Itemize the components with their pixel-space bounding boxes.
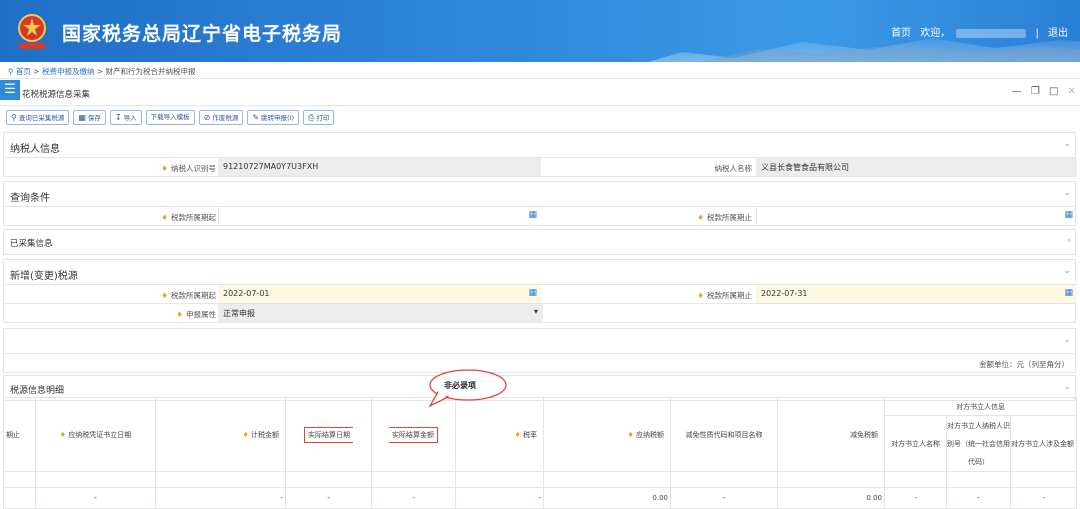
void-button[interactable]: ⊘ 作废税源	[198, 110, 244, 125]
blank-section: ⌄ 金额单位：元（列至角分）	[3, 328, 1076, 373]
breadcrumb-level1[interactable]: 税费申报及缴纳	[42, 67, 95, 76]
form-row: ♦ 申报属性 正常申报 ▾	[4, 304, 1075, 323]
collected-section: 已采集信息 ›	[3, 229, 1076, 255]
col-header: 对方书立人纳税人识别号（统一社会信用代码）	[946, 415, 1011, 472]
import-button[interactable]: ↧ 导入	[109, 110, 142, 125]
form-row: ♦ 税款所属期起 ▦ ♦ 税款所属期止 ▦	[4, 207, 1075, 226]
field-label: ♦ 税款所属期止	[697, 213, 752, 222]
void-icon: ⊘	[203, 113, 211, 122]
col-header: ♦ 应纳税额	[543, 397, 671, 472]
amount-unit-note: 金额单位：元（列至角分）	[979, 360, 1069, 369]
taxpayer-section: 纳税人信息 ⌄ ♦ 纳税人识别号 91210727MA0Y7U3FXH 纳税人名称 …	[3, 132, 1077, 177]
calendar-icon[interactable]: ▦	[528, 210, 537, 220]
group-header: 对方书立人信息	[883, 397, 1078, 416]
chevron-down-icon[interactable]: ⌄	[1063, 266, 1071, 276]
form-row: ♦ 税款所属期起 2022-07-01 ▦ ♦ 税款所属期止 2022-07-31 ▦	[4, 285, 1077, 304]
print-icon: ⎙	[308, 113, 315, 122]
minimize-icon[interactable]: —	[1012, 86, 1022, 97]
calendar-icon[interactable]: ▦	[1064, 210, 1073, 220]
field-label: ♦ 纳税人识别号	[161, 164, 216, 173]
save-button[interactable]: ▦ 保存	[73, 110, 106, 125]
menu-button[interactable]: ☰	[0, 80, 20, 100]
chevron-down-icon[interactable]: ⌄	[1063, 335, 1071, 345]
period-end-input[interactable]: 2022-07-31 ▦	[756, 285, 1077, 303]
col-header: 对方书立人涉及金额	[1009, 415, 1078, 472]
print-button[interactable]: ⎙ 打印	[303, 110, 335, 125]
site-title: 国家税务总局辽宁省电子税务局	[62, 23, 343, 45]
callout-text: 非必录项	[444, 381, 476, 390]
breadcrumb-level2: 财产和行为税合并纳税申报	[105, 67, 196, 76]
toolbar: ⚲ 查询已采集税源 ▦ 保存 ↧ 导入 下载导入模板 ⊘ 作废税源 ✎ 跳转申报(I) ⎙…	[6, 110, 338, 126]
section-header[interactable]: 纳税人信息 ⌄	[4, 133, 1075, 158]
query-section: 查询条件 ⌄ ♦ 税款所属期起 ▦ ♦ 税款所属期止 ▦	[3, 181, 1076, 226]
location-icon: ⚲	[8, 67, 14, 76]
restore-icon[interactable]: ❐	[1031, 86, 1040, 97]
chevron-right-icon[interactable]: ›	[1067, 236, 1071, 246]
jump-declare-button[interactable]: ✎ 跳转申报(I)	[247, 110, 300, 125]
breadcrumb-sep: >	[96, 67, 104, 76]
col-header: 对方书立人名称	[884, 415, 947, 472]
field-label: ♦ 税款所属期起	[161, 213, 216, 222]
query-start-input[interactable]: ▦	[218, 207, 541, 225]
section-header[interactable]: 已采集信息 ›	[4, 230, 1075, 255]
logout-link[interactable]: 退出	[1048, 28, 1068, 39]
field-label: 纳税人名称	[714, 164, 753, 173]
tax-source-table: 期止 ♦ 应纳税凭证书立日期 ♦ 计税金额 实际结算日期 实际结算金额 ♦ 税率…	[3, 397, 1078, 509]
col-header: ♦ 税率	[455, 397, 544, 472]
col-header: ♦ 计税金额	[155, 397, 286, 472]
top-links: 首页 欢迎， | 退出	[885, 24, 1068, 39]
window-controls: — ❐ □ ✕	[1006, 86, 1076, 97]
breadcrumb: ⚲ 首页 > 税费申报及缴纳 > 财产和行为税合并纳税申报	[0, 62, 1080, 79]
query-button[interactable]: ⚲ 查询已采集税源	[6, 110, 70, 125]
chevron-down-icon[interactable]: ⌄	[1063, 382, 1071, 392]
download-template-button[interactable]: 下载导入模板	[145, 110, 195, 125]
section-header[interactable]: 新增(变更)税源 ⌄	[4, 260, 1075, 285]
save-icon: ▦	[78, 113, 86, 122]
period-start-input[interactable]: 2022-07-01 ▦	[218, 285, 541, 303]
taxpayer-id-field: 91210727MA0Y7U3FXH	[218, 158, 541, 176]
section-header[interactable]: ⌄	[4, 329, 1075, 354]
calendar-icon[interactable]: ▦	[1064, 288, 1073, 298]
col-header: 实际结算金额	[371, 397, 456, 472]
form-row: ♦ 纳税人识别号 91210727MA0Y7U3FXH 纳税人名称 义县长食管食品…	[4, 158, 1077, 177]
welcome-text: 欢迎，	[920, 28, 951, 39]
breadcrumb-sep: >	[33, 67, 40, 76]
taxpayer-name-field: 义县长食管食品有限公司	[756, 158, 1077, 176]
page-header: 国家税务总局辽宁省电子税务局 首页 欢迎， | 退出	[0, 0, 1080, 62]
dropdown-arrow-icon[interactable]: ▾	[534, 307, 538, 316]
user-name	[956, 28, 1027, 38]
maximize-icon[interactable]: □	[1049, 86, 1058, 97]
breadcrumb-home[interactable]: 首页	[16, 67, 31, 76]
col-header: 减免税额	[777, 397, 885, 472]
calendar-icon[interactable]: ▦	[528, 288, 537, 298]
section-header[interactable]: 查询条件 ⌄	[4, 182, 1075, 207]
highlight-box: 实际结算金额	[389, 426, 438, 443]
panel-bar	[0, 80, 1080, 106]
import-icon: ↧	[114, 113, 122, 122]
chevron-down-icon[interactable]: ⌄	[1063, 139, 1071, 149]
col-header: 减免性质代码和项目名称	[670, 397, 778, 472]
edit-icon: ✎	[252, 113, 260, 122]
chevron-down-icon[interactable]: ⌄	[1063, 188, 1071, 198]
col-header: ♦ 应纳税凭证书立日期	[35, 397, 156, 472]
unit-row: 金额单位：元（列至角分）	[4, 354, 1075, 373]
col-header: 实际结算日期	[285, 397, 372, 472]
col-header: 期止	[3, 397, 36, 472]
search-icon: ⚲	[11, 113, 17, 122]
add-source-section: 新增(变更)税源 ⌄ ♦ 税款所属期起 2022-07-01 ▦ ♦ 税款所属期止 20…	[3, 259, 1077, 323]
highlight-box: 实际结算日期	[304, 426, 353, 443]
home-link[interactable]: 首页	[891, 28, 911, 39]
field-label: ♦ 税款所属期止	[697, 291, 752, 300]
query-end-input[interactable]: ▦	[756, 207, 1077, 225]
divider: |	[1035, 28, 1039, 39]
filter-row	[3, 471, 1078, 488]
close-icon[interactable]: ✕	[1068, 86, 1076, 97]
table-row[interactable]: - - - - - 0.00 - 0.00 - - -	[3, 487, 1078, 509]
field-label: ♦ 税款所属期起	[161, 291, 216, 300]
field-label: ♦ 申报属性	[176, 310, 216, 319]
declare-attr-select[interactable]: 正常申报 ▾	[218, 304, 543, 322]
panel-title: 花税税源信息采集	[22, 90, 91, 100]
tax-emblem-icon	[18, 14, 46, 49]
